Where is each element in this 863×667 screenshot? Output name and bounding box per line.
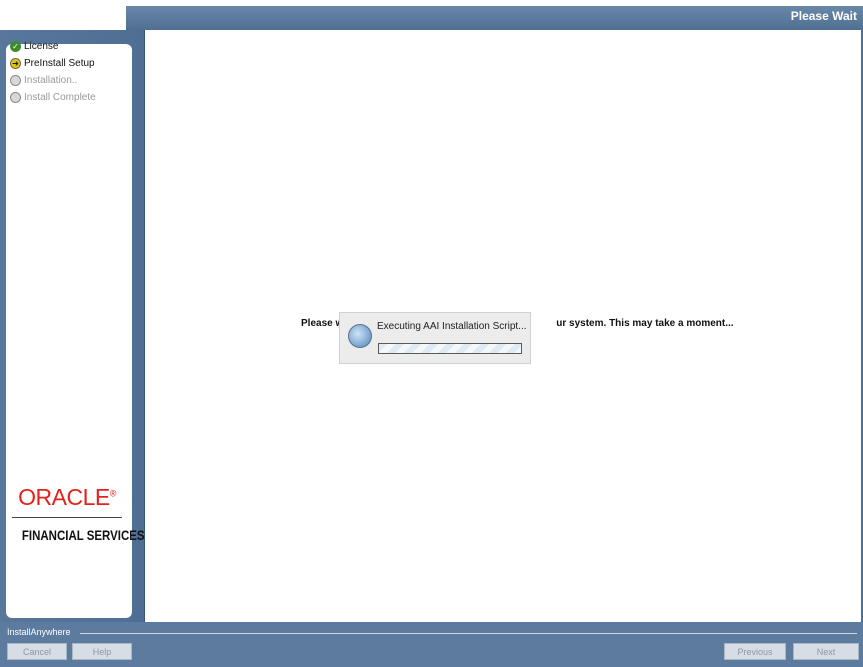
footer: InstallAnywhere Cancel Help Previous Nex…: [0, 622, 863, 667]
installanywhere-label: InstallAnywhere: [7, 627, 71, 637]
help-button[interactable]: Help: [72, 643, 132, 660]
progress-popup: Executing AAI Installation Script...: [339, 312, 531, 364]
title-bar: Please Wait: [0, 0, 863, 30]
step-preinstall-setup: ➜ PreInstall Setup: [10, 55, 96, 72]
step-license: ✓ License: [10, 38, 96, 55]
step-label: Install Complete: [24, 92, 96, 103]
cancel-button[interactable]: Cancel: [7, 643, 67, 660]
pending-circle-icon: [10, 92, 21, 103]
arrow-right-icon: ➜: [10, 58, 21, 69]
pending-circle-icon: [10, 75, 21, 86]
step-label: Installation..: [24, 75, 78, 86]
installer-globe-icon: [348, 324, 372, 348]
progress-bar: [378, 343, 522, 354]
oracle-wordmark: ORACLE®: [18, 484, 116, 510]
step-install-complete: Install Complete: [10, 89, 96, 106]
next-button[interactable]: Next: [793, 643, 859, 660]
step-label: PreInstall Setup: [24, 58, 95, 69]
progress-text: Executing AAI Installation Script...: [377, 321, 527, 332]
title-bar-band: [126, 6, 863, 30]
footer-divider: [80, 633, 857, 634]
step-installation: Installation..: [10, 72, 96, 89]
logo-divider: [12, 517, 122, 518]
step-list: ✓ License ➜ PreInstall Setup Installatio…: [10, 38, 96, 106]
previous-button[interactable]: Previous: [724, 643, 786, 660]
window-title: Please Wait: [790, 9, 857, 23]
check-icon: ✓: [10, 41, 21, 52]
financial-services-text: FINANCIAL SERVICES: [21, 527, 145, 543]
step-label: License: [24, 41, 59, 52]
oracle-logo: ORACLE® FINANCIAL SERVICES: [12, 484, 145, 543]
